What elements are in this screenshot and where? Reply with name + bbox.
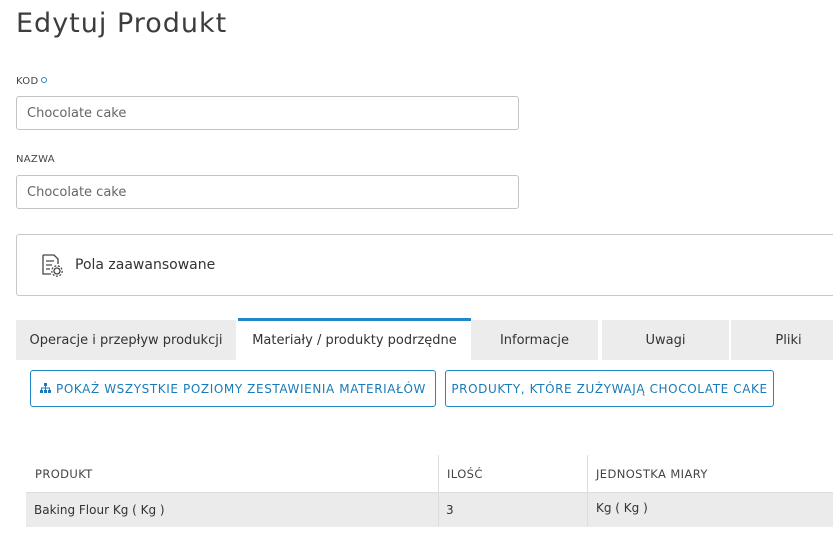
tab-information[interactable]: Informacje: [471, 320, 600, 360]
advanced-fields-label: Pola zaawansowane: [75, 257, 216, 273]
advanced-fields-panel[interactable]: Pola zaawansowane: [16, 234, 833, 296]
column-divider: [438, 455, 439, 526]
table-header: PRODUKT ILOŚĆ JEDNOSTKA MIARY: [26, 455, 833, 493]
tab-notes[interactable]: Uwagi: [602, 320, 731, 360]
document-settings-icon: [42, 254, 63, 277]
code-field-label: KOD: [16, 76, 48, 87]
cell-quantity: 3: [446, 503, 454, 517]
products-using-button[interactable]: PRODUKTY, KTÓRE ZUŻYWAJĄ CHOCOLATE CAKE: [445, 370, 774, 407]
tab-files[interactable]: Pliki: [731, 320, 833, 360]
tab-materials[interactable]: Materiały / produkty podrzędne: [238, 318, 471, 360]
hierarchy-icon: [40, 383, 52, 393]
name-field-label: NAZWA: [16, 154, 55, 165]
show-all-bom-levels-button[interactable]: POKAŻ WSZYSTKIE POZIOMY ZESTAWIENIA MATE…: [30, 370, 436, 407]
table-row[interactable]: Baking Flour Kg ( Kg ) 3 Kg ( Kg ): [26, 493, 833, 527]
tab-operations[interactable]: Operacje i przepływ produkcji: [16, 320, 238, 360]
cell-product: Baking Flour Kg ( Kg ): [34, 503, 165, 517]
column-header-product[interactable]: PRODUKT: [35, 455, 93, 492]
required-indicator-icon: [41, 77, 48, 83]
page-title: Edytuj Produkt: [16, 8, 228, 39]
column-header-unit[interactable]: JEDNOSTKA MIARY: [596, 455, 708, 492]
column-header-quantity[interactable]: ILOŚĆ: [447, 455, 483, 492]
column-divider: [587, 455, 588, 526]
show-all-bom-levels-label: POKAŻ WSZYSTKIE POZIOMY ZESTAWIENIA MATE…: [56, 381, 426, 396]
name-input[interactable]: [16, 175, 519, 209]
code-input[interactable]: [16, 96, 519, 130]
tab-bar: Operacje i przepływ produkcji Materiały …: [16, 318, 833, 360]
cell-unit: Kg ( Kg ): [596, 501, 648, 515]
code-label-text: KOD: [16, 76, 39, 87]
materials-table: PRODUKT ILOŚĆ JEDNOSTKA MIARY Baking Flo…: [26, 455, 833, 527]
